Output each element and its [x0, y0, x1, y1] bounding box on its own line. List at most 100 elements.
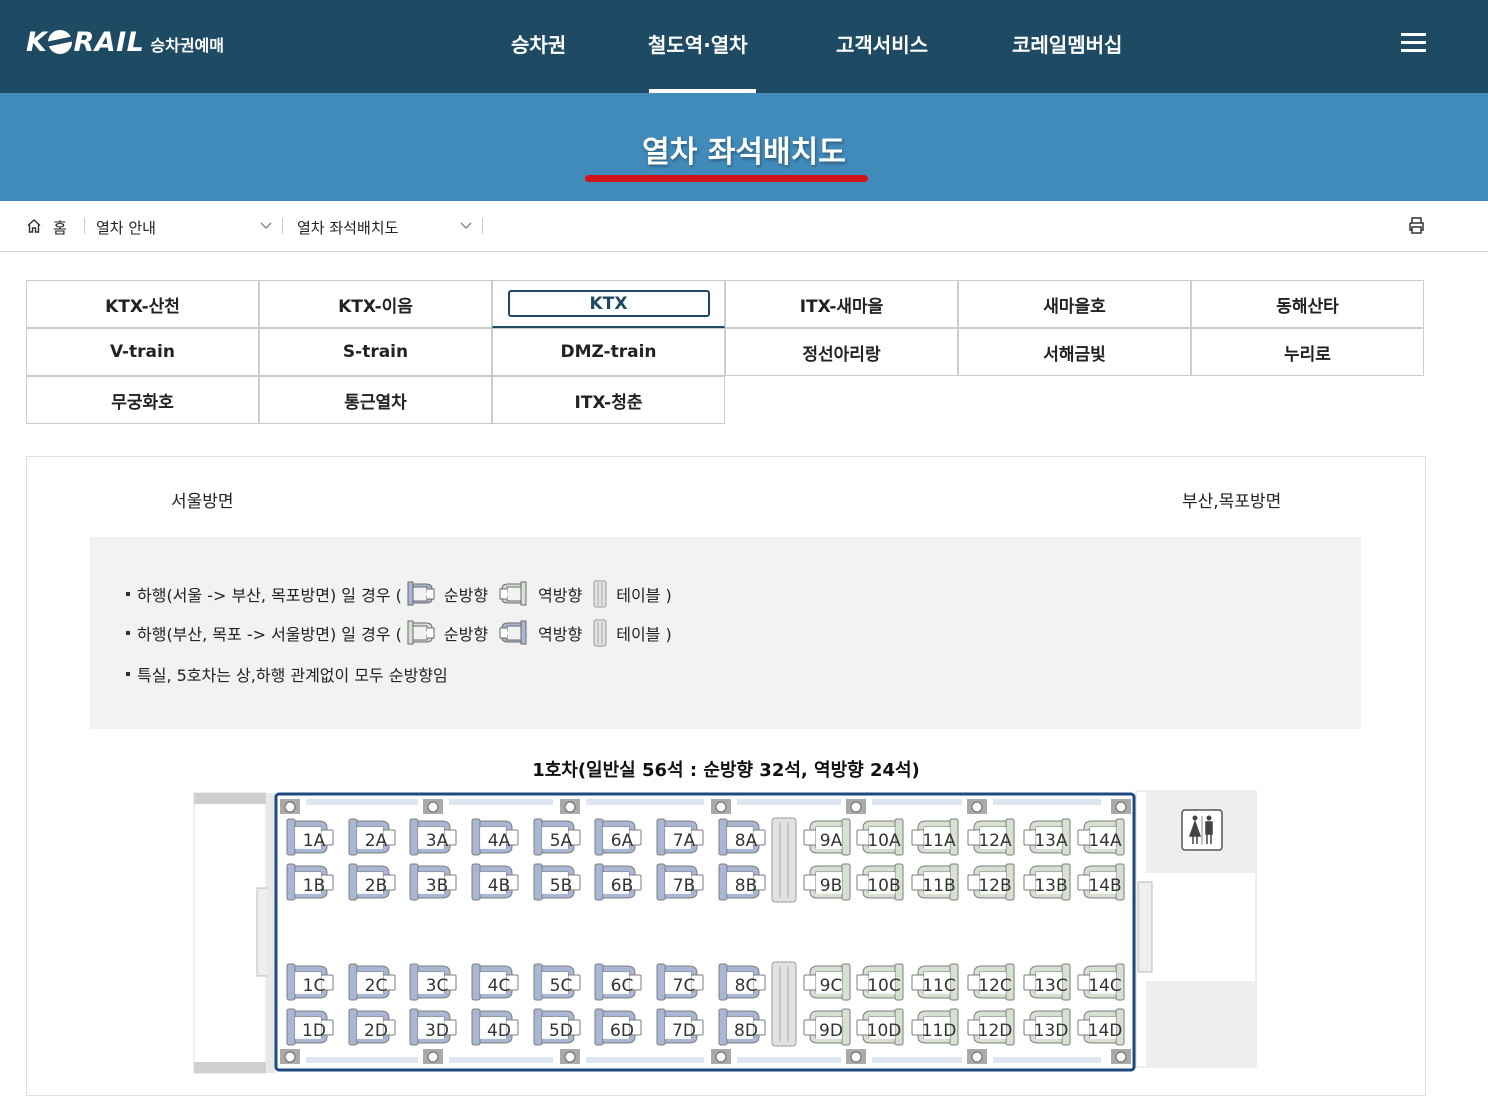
vent-icon	[711, 799, 731, 814]
tab-label: S-train	[342, 342, 409, 362]
seat-label: 14B	[1088, 876, 1121, 896]
vent-icon	[711, 1049, 731, 1064]
legend-text: 하행(서울 -> 부산, 목포방면) 일 경우 (	[137, 586, 402, 605]
legend-row-1: 하행(서울 -> 부산, 목포방면) 일 경우 ( 순방향 역방향 테이블 )	[126, 580, 672, 608]
seat-label: 2D	[364, 1021, 388, 1041]
vent-icon	[1111, 1049, 1131, 1064]
seat-label: 8A	[735, 831, 758, 851]
page-title: 열차 좌석배치도	[642, 135, 846, 170]
tab-s-train[interactable]: S-train	[259, 328, 492, 376]
seat-label: 5C	[550, 976, 573, 996]
seat-label: 4C	[488, 976, 511, 996]
korail-logo[interactable]: K RAIL 승차권예매	[26, 27, 224, 61]
vent-icon	[560, 799, 580, 814]
nav-station-train[interactable]: 철도역·열차	[648, 29, 748, 58]
tab-label: DMZ-train	[560, 342, 657, 362]
seat-label: 6A	[611, 831, 634, 851]
top-header: K RAIL 승차권예매 승차권 철도역·열차 고객서비스 코레일멤버십	[0, 0, 1488, 93]
seat-label: 12A	[978, 831, 1012, 851]
vent-icon	[423, 1049, 443, 1064]
restroom-icon[interactable]	[1181, 809, 1223, 851]
seat-label: 10D	[867, 1021, 902, 1041]
chevron-down-icon[interactable]	[260, 222, 272, 230]
title-underline	[585, 175, 868, 182]
seat-label: 8B	[735, 876, 757, 896]
tab-label: V-train	[110, 342, 175, 362]
tab-commuter[interactable]: 통근열차	[259, 376, 492, 424]
table-icon	[771, 817, 797, 903]
tab-itx-saemaeul[interactable]: ITX-새마을	[725, 280, 958, 328]
seat-label: 13B	[1034, 876, 1067, 896]
tab-ktx-ieum[interactable]: KTX-이음	[259, 280, 492, 328]
tab-nurirro[interactable]: 누리로	[1191, 328, 1424, 376]
seat-label: 7A	[673, 831, 696, 851]
vent-icon	[280, 1049, 300, 1064]
tab-jeongseon-arirang[interactable]: 정선아리랑	[725, 328, 958, 376]
window-strip	[306, 799, 418, 805]
seat-label: 6D	[610, 1021, 634, 1041]
legend-row-3: 특실, 5호차는 상,하행 관계없이 모두 순방향임	[126, 662, 448, 686]
seat-label: 7D	[672, 1021, 696, 1041]
seat-label: 3A	[426, 831, 449, 851]
seat-label: 1D	[302, 1021, 326, 1041]
window-strip	[872, 1057, 962, 1063]
seat-reverse-icon	[499, 620, 527, 645]
breadcrumb-divider	[84, 218, 85, 234]
seat-label: 5A	[550, 831, 573, 851]
car-wall-left	[267, 793, 275, 1073]
seat-label: 1C	[303, 976, 326, 996]
right-door	[1137, 881, 1153, 973]
tab-ktx[interactable]: KTX	[492, 280, 725, 328]
seat-label: 5D	[549, 1021, 573, 1041]
tab-label: 서해금빛	[1043, 344, 1106, 365]
seat-label: 14D	[1088, 1021, 1123, 1041]
nav-membership[interactable]: 코레일멤버십	[1012, 29, 1122, 58]
vent-icon	[846, 1049, 866, 1064]
tab-donghae-santa[interactable]: 동해산타	[1191, 280, 1424, 328]
tab-mugunghwa[interactable]: 무궁화호	[26, 376, 259, 424]
hamburger-icon[interactable]	[1401, 33, 1426, 53]
nav-customer-service[interactable]: 고객서비스	[836, 29, 928, 58]
breadcrumb-level1[interactable]: 열차 안내	[96, 217, 156, 238]
logo-sub: 승차권예매	[150, 36, 224, 55]
seat-label: 9B	[820, 876, 842, 896]
tab-v-train[interactable]: V-train	[26, 328, 259, 376]
seat-forward-icon	[407, 620, 435, 645]
seat-label: 10B	[867, 876, 900, 896]
tab-label: ITX-청춘	[574, 392, 643, 413]
tab-label: 동해산타	[1276, 296, 1339, 317]
breadcrumb-home[interactable]: 홈	[53, 217, 67, 238]
left-vestibule	[193, 792, 267, 1074]
window-strip	[306, 1057, 418, 1063]
window-strip	[993, 1057, 1101, 1063]
print-icon[interactable]	[1407, 216, 1426, 235]
tab-label: KTX	[507, 290, 710, 317]
seat-label: 9D	[819, 1021, 843, 1041]
seat-label: 12B	[978, 876, 1011, 896]
legend-box: 하행(서울 -> 부산, 목포방면) 일 경우 ( 순방향 역방향 테이블 ) …	[90, 537, 1361, 729]
nav-ticket[interactable]: 승차권	[511, 29, 566, 58]
window-strip	[449, 799, 553, 805]
seat-label: 12D	[978, 1021, 1013, 1041]
tab-dmz-train[interactable]: DMZ-train	[492, 328, 725, 376]
vestibule-wall	[194, 793, 266, 804]
breadcrumb-level2[interactable]: 열차 좌석배치도	[297, 217, 398, 238]
tab-label: 새마을호	[1043, 296, 1106, 317]
tab-ktx-sancheon[interactable]: KTX-산천	[26, 280, 259, 328]
window-strip	[586, 799, 704, 805]
tab-seohae-geumbit[interactable]: 서해금빛	[958, 328, 1191, 376]
chevron-down-icon[interactable]	[460, 222, 472, 230]
car-title: 1호차(일반실 56석 : 순방향 32석, 역방향 24석)	[532, 760, 920, 781]
seat-label: 7B	[673, 876, 695, 896]
tab-label: KTX-산천	[105, 296, 180, 317]
tab-saemaeul[interactable]: 새마을호	[958, 280, 1191, 328]
vent-icon	[280, 799, 300, 814]
vent-icon	[967, 799, 987, 814]
home-icon[interactable]	[26, 218, 42, 234]
table-icon	[771, 961, 797, 1047]
tab-itx-cheongchun[interactable]: ITX-청춘	[492, 376, 725, 424]
seat-label: 4A	[488, 831, 511, 851]
seat-label: 4B	[488, 876, 510, 896]
legend-text: 특실, 5호차는 상,하행 관계없이 모두 순방향임	[137, 666, 448, 685]
vent-icon	[846, 799, 866, 814]
